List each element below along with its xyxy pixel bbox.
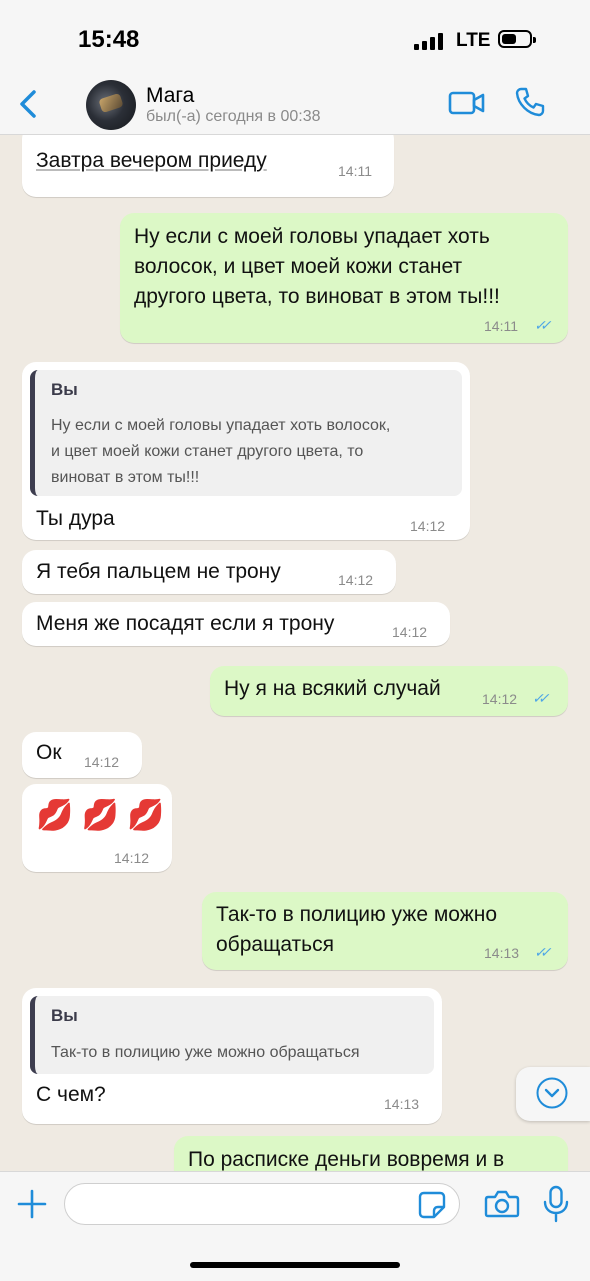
- message-bubble-incoming[interactable]: Я тебя пальцем не трону 14:12: [22, 550, 396, 594]
- message-input[interactable]: [64, 1183, 460, 1225]
- message-bubble-incoming[interactable]: Меня же посадят если я трону 14:12: [22, 602, 450, 646]
- message-bubble-outgoing[interactable]: Ну я на всякий случай 14:12 ✓✓: [210, 666, 568, 716]
- avatar[interactable]: [86, 80, 136, 130]
- read-receipt-icon: ✓✓: [532, 690, 550, 706]
- quote-author: Вы: [51, 1006, 78, 1025]
- message-time: 14:12: [392, 624, 428, 640]
- chevron-down-icon: [536, 1077, 568, 1109]
- phone-icon[interactable]: [514, 86, 546, 118]
- message-time: 14:13: [484, 945, 520, 961]
- contact-name[interactable]: Мага: [146, 84, 194, 108]
- quote-text: Так-то в полицию уже можно обращаться: [51, 1044, 360, 1061]
- message-bubble-outgoing[interactable]: По расписке деньги вовремя и в: [174, 1136, 568, 1171]
- status-time: 15:48: [78, 26, 140, 53]
- message-time: 14:11: [338, 163, 372, 179]
- message-text: С чем?: [36, 1083, 106, 1106]
- sticker-icon[interactable]: [418, 1191, 446, 1219]
- message-time: 14:13: [384, 1096, 420, 1112]
- battery-icon: [498, 30, 536, 48]
- signal-icon: [414, 32, 444, 50]
- message-time: 14:12: [84, 754, 120, 770]
- message-bubble-incoming[interactable]: Ок 14:12: [22, 732, 142, 778]
- message-time: 14:12: [338, 572, 374, 588]
- kiss-emoji-group: 💋 💋 💋: [36, 799, 165, 832]
- message-bubble-outgoing[interactable]: Ну если с моей головы упадает хоть волос…: [120, 213, 568, 343]
- scroll-to-bottom-button[interactable]: [516, 1067, 590, 1121]
- message-bubble-incoming[interactable]: 💋 💋 💋 14:12: [22, 784, 172, 872]
- quoted-message[interactable]: Вы Ну если с моей головы упадает хоть во…: [30, 370, 462, 496]
- message-text: Меня же посадят если я трону: [36, 612, 335, 635]
- message-text: Я тебя пальцем не трону: [36, 560, 281, 583]
- message-text: Ок: [36, 741, 62, 764]
- microphone-icon[interactable]: [542, 1185, 570, 1223]
- message-time: 14:11: [484, 318, 518, 334]
- message-bubble-incoming[interactable]: Вы Так-то в полицию уже можно обращаться…: [22, 988, 442, 1124]
- message-text: Ну если с моей головы упадает хоть волос…: [134, 225, 500, 308]
- home-indicator: [190, 1262, 400, 1268]
- message-text: Ты дура: [36, 507, 115, 530]
- message-bubble-incoming[interactable]: Завтра вечером приеду 14:11: [22, 135, 394, 197]
- contact-status: был(-а) сегодня в 00:38: [146, 108, 321, 125]
- message-text: Завтра вечером приеду: [36, 149, 267, 172]
- plus-icon[interactable]: [16, 1188, 48, 1220]
- chat-area[interactable]: Завтра вечером приеду 14:11 Ну если с мо…: [0, 135, 590, 1171]
- camera-icon[interactable]: [484, 1189, 520, 1219]
- message-time: 14:12: [482, 691, 518, 707]
- quote-text: Ну если с моей головы упадает хоть волос…: [51, 417, 391, 486]
- message-text: Ну я на всякий случай: [224, 677, 441, 700]
- read-receipt-icon: ✓✓: [534, 944, 552, 960]
- message-time: 14:12: [114, 850, 150, 866]
- network-type: LTE: [456, 30, 491, 51]
- read-receipt-icon: ✓✓: [534, 317, 552, 333]
- status-bar: 15:48 LTE: [0, 0, 590, 78]
- message-time: 14:12: [410, 518, 446, 534]
- quote-author: Вы: [51, 380, 78, 399]
- video-camera-icon[interactable]: [448, 90, 486, 116]
- message-text: Так-то в полицию уже можно обращаться: [216, 903, 498, 956]
- message-bubble-outgoing[interactable]: Так-то в полицию уже можно обращаться 14…: [202, 892, 568, 970]
- message-bubble-incoming[interactable]: Вы Ну если с моей головы упадает хоть во…: [22, 362, 470, 540]
- message-text: По расписке деньги вовремя и в: [188, 1148, 505, 1171]
- quoted-message[interactable]: Вы Так-то в полицию уже можно обращаться: [30, 996, 434, 1074]
- chat-header: Мага был(-а) сегодня в 00:38: [0, 78, 590, 135]
- chevron-left-icon[interactable]: [14, 86, 44, 122]
